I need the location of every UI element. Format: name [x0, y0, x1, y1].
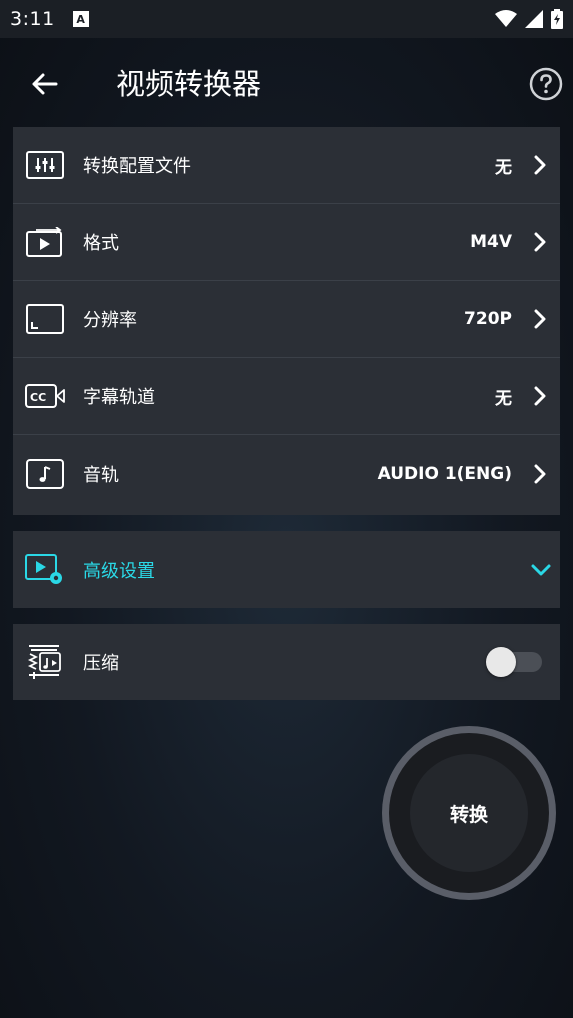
setting-value-resolution: 720P	[464, 309, 512, 329]
setting-row-resolution[interactable]: 分辨率 720P	[13, 281, 560, 358]
sliders-icon	[25, 149, 65, 181]
setting-row-subtitle[interactable]: CC 字幕轨道 无	[13, 358, 560, 435]
help-button[interactable]	[529, 67, 563, 101]
setting-value-format: M4V	[470, 232, 512, 252]
chevron-right-icon	[534, 464, 546, 483]
app-bar: 视频转换器	[0, 38, 573, 128]
setting-label-subtitle: 字幕轨道	[83, 387, 155, 408]
setting-label-profile: 转换配置文件	[83, 156, 191, 177]
advanced-settings-label: 高级设置	[83, 560, 155, 582]
page-title: 视频转换器	[116, 67, 262, 101]
setting-row-format[interactable]: 格式 M4V	[13, 204, 560, 281]
compress-toggle[interactable]	[486, 647, 542, 677]
status-bar: 3:11 A	[0, 0, 573, 38]
help-circle-icon	[529, 67, 563, 101]
svg-text:CC: CC	[30, 391, 46, 404]
setting-label-audio: 音轨	[83, 464, 119, 486]
video-settings-icon	[25, 553, 65, 586]
battery-icon	[551, 9, 563, 29]
compress-card: 压缩	[13, 624, 560, 700]
setting-label-resolution: 分辨率	[83, 310, 137, 331]
chevron-right-icon	[534, 309, 546, 329]
setting-value-subtitle: 无	[495, 388, 512, 409]
subtitle-cc-icon: CC	[25, 380, 65, 412]
chevron-right-icon	[534, 386, 546, 406]
compress-row: 压缩	[13, 624, 560, 700]
arrow-left-icon	[32, 73, 58, 95]
setting-label-format: 格式	[83, 233, 119, 254]
chevron-right-icon	[534, 155, 546, 175]
advanced-settings-card: 高级设置	[13, 531, 560, 608]
compress-label: 压缩	[83, 653, 119, 674]
setting-value-profile: 无	[495, 157, 512, 178]
advanced-settings-row[interactable]: 高级设置	[13, 531, 560, 608]
setting-value-audio: AUDIO 1(ENG)	[377, 463, 512, 484]
convert-button-label: 转换	[410, 754, 528, 872]
resolution-icon	[25, 303, 65, 335]
chevron-down-icon	[531, 564, 551, 575]
status-icons	[495, 9, 563, 29]
video-format-icon	[25, 226, 65, 258]
setting-row-audio[interactable]: 音轨 AUDIO 1(ENG)	[13, 435, 560, 512]
signal-icon	[525, 10, 543, 28]
convert-button-ring: 转换	[389, 733, 549, 893]
settings-card: 转换配置文件 无 格式 M4V 分辨率 720P CC 字幕轨道 无 音轨 AU…	[13, 127, 560, 515]
toggle-knob	[486, 647, 516, 677]
music-note-icon	[25, 458, 65, 490]
status-time: 3:11	[10, 8, 55, 30]
chevron-right-icon	[534, 232, 546, 252]
compress-icon	[25, 645, 65, 679]
back-button[interactable]	[26, 66, 62, 102]
setting-row-profile[interactable]: 转换配置文件 无	[13, 127, 560, 204]
notification-a-icon: A	[72, 11, 89, 27]
wifi-icon	[495, 10, 517, 27]
convert-button[interactable]: 转换	[382, 726, 556, 900]
